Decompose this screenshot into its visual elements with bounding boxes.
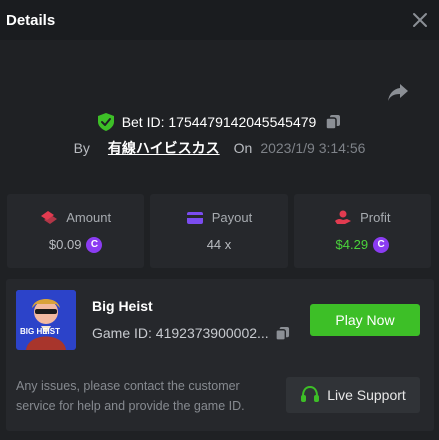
game-id: Game ID: 4192373900002... xyxy=(92,325,269,341)
bet-id: Bet ID: 1754479142045545479 xyxy=(121,114,317,130)
coin-icon: C xyxy=(86,236,103,253)
game-card: BIG HEIST Big Heist Game ID: 41923739000… xyxy=(6,279,434,431)
stat-profit: Profit $4.29 C xyxy=(293,194,431,268)
game-id-row: Game ID: 4192373900002... xyxy=(92,325,290,341)
close-icon[interactable] xyxy=(411,11,429,29)
modal-header: Details xyxy=(0,0,439,40)
amount-value: $0.09 xyxy=(48,237,82,252)
amount-label: Amount xyxy=(66,209,112,225)
support-notice: Any issues, please contact the customer … xyxy=(16,379,245,413)
profit-label: Profit xyxy=(360,209,391,225)
live-support-button[interactable]: Live Support xyxy=(286,377,420,413)
bet-byline: By 有線ハイビスカス On 2023/1/9 3:14:56 xyxy=(0,138,439,158)
copy-icon[interactable] xyxy=(274,326,290,341)
modal-title: Details xyxy=(6,11,56,29)
profit-value: $4.29 xyxy=(335,237,369,252)
by-label: By xyxy=(73,140,90,156)
game-art xyxy=(16,290,76,350)
game-thumbnail-text: BIG HEIST xyxy=(20,327,61,336)
payout-label: Payout xyxy=(211,210,253,225)
shield-check-icon xyxy=(97,113,114,131)
stat-payout: Payout 44 x xyxy=(150,194,288,268)
play-now-button[interactable]: Play Now xyxy=(310,304,420,336)
bet-id-row: Bet ID: 1754479142045545479 xyxy=(0,111,439,133)
user-link[interactable]: 有線ハイビスカス xyxy=(108,138,220,158)
payout-icon xyxy=(186,211,203,224)
copy-icon[interactable] xyxy=(325,114,341,130)
payout-value: 44 x xyxy=(206,237,232,252)
coin-icon: C xyxy=(373,236,390,253)
on-label: On xyxy=(233,140,253,156)
game-thumbnail[interactable]: BIG HEIST xyxy=(16,290,76,350)
profit-icon xyxy=(335,210,352,224)
stat-amount: Amount $0.09 C xyxy=(7,194,145,268)
amount-icon xyxy=(41,211,58,224)
live-support-label: Live Support xyxy=(327,387,406,403)
game-name: Big Heist xyxy=(92,298,153,314)
bet-stats: Amount $0.09 C Payout 44 x Profit $4.29 … xyxy=(7,194,431,268)
share-icon[interactable] xyxy=(387,82,409,102)
bet-date: 2023/1/9 3:14:56 xyxy=(260,140,366,156)
headset-icon xyxy=(301,386,320,402)
